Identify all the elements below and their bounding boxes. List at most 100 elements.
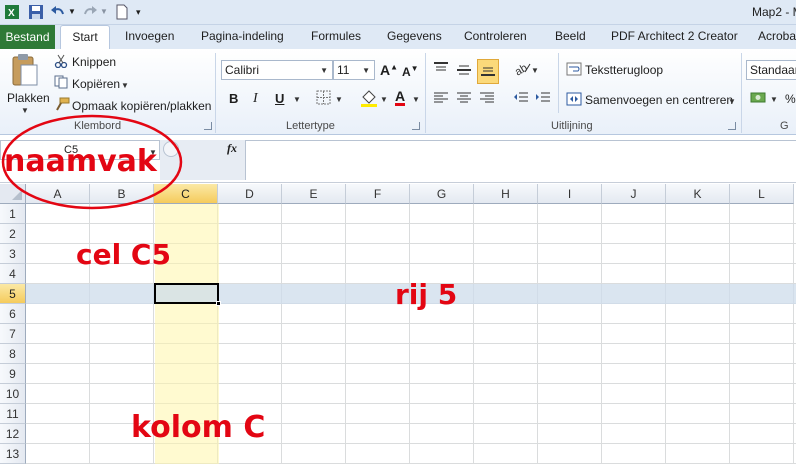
group-separator [425,53,426,133]
number-format-select[interactable]: Standaar [746,60,796,80]
ribbon-tabs: Bestand Start Invoegen Pagina-indeling F… [0,25,796,50]
tab-pdf-architect[interactable]: PDF Architect 2 Creator [611,29,738,43]
row-header-8[interactable]: 8 [0,344,26,364]
fill-color-dropdown-icon[interactable]: ▼ [380,95,388,104]
shrink-font-button[interactable]: A▼ [402,64,419,79]
column-header-h[interactable]: H [474,184,538,204]
group-separator [215,53,216,133]
tab-acrobat[interactable]: Acrobat [758,29,796,43]
annotation-cell: cel C5 [76,238,171,271]
format-painter-button[interactable]: Opmaak kopiëren/plakken [72,99,211,113]
tab-file[interactable]: Bestand [0,25,55,49]
underline-button[interactable]: U [275,91,284,106]
merge-center-icon[interactable] [566,92,582,109]
excel-logo-icon: X [4,4,20,20]
font-dialog-launcher[interactable] [412,122,420,130]
row-header-11[interactable]: 11 [0,404,26,424]
insert-function-icon[interactable]: fx [227,141,237,156]
accounting-format-icon[interactable] [750,91,768,108]
window-title: Map2 - Mi [752,5,796,19]
row-header-13[interactable]: 13 [0,444,26,464]
tab-insert[interactable]: Invoegen [125,29,174,43]
cut-icon[interactable] [54,54,68,71]
row-header-3[interactable]: 3 [0,244,26,264]
font-size-select[interactable]: 11 ▼ [333,60,375,80]
font-color-dropdown-icon[interactable]: ▼ [412,95,420,104]
font-name-select[interactable]: Calibri ▼ [221,60,333,80]
alignment-dialog-launcher[interactable] [728,122,736,130]
font-name-dropdown-icon[interactable]: ▼ [320,62,328,80]
customize-toolbar-icon[interactable]: ▾ [136,4,152,20]
paste-icon[interactable] [10,53,40,92]
bold-button[interactable]: B [229,91,238,106]
column-header-f[interactable]: F [346,184,410,204]
redo-icon[interactable] [82,4,98,20]
align-left-icon[interactable] [433,91,449,108]
copy-button[interactable]: Kopiëren [72,77,120,91]
orientation-dropdown-icon[interactable]: ▼ [531,66,539,75]
clipboard-dialog-launcher[interactable] [204,122,212,130]
align-middle-icon[interactable] [456,63,472,80]
column-header-j[interactable]: J [602,184,666,204]
borders-icon[interactable] [316,90,331,108]
fill-color-icon[interactable] [360,89,378,110]
borders-dropdown-icon[interactable]: ▼ [335,95,343,104]
merge-center-dropdown-icon[interactable]: ▼ [728,97,736,106]
align-top-icon[interactable] [433,61,449,78]
row-header-9[interactable]: 9 [0,364,26,384]
decrease-indent-icon[interactable] [513,91,529,108]
wrap-text-button[interactable]: Tekstterugloop [585,63,663,77]
merge-center-button[interactable]: Samenvoegen en centreren [585,93,733,107]
font-size-dropdown-icon[interactable]: ▼ [362,62,370,80]
number-group-label: G [780,120,789,132]
undo-icon[interactable] [50,4,66,20]
row-header-5[interactable]: 5 [0,284,26,304]
row-header-6[interactable]: 6 [0,304,26,324]
font-color-button[interactable]: A [395,89,406,106]
tab-page-layout[interactable]: Pagina-indeling [201,29,284,43]
paste-button[interactable]: Plakken [7,91,50,105]
align-bottom-icon[interactable] [477,59,499,84]
grow-font-letter: A [380,62,391,78]
increase-indent-icon[interactable] [535,91,551,108]
font-group-label: Lettertype [286,120,335,132]
worksheet-grid: ABCDEFGHIJKL 1 2 3 4 5 6 7 8 9 10 11 12 13 [0,184,796,464]
column-header-l[interactable]: L [730,184,794,204]
save-icon[interactable] [28,4,44,20]
tab-review[interactable]: Controleren [464,29,527,43]
fill-handle[interactable] [216,301,221,306]
orientation-icon[interactable]: ab [513,60,531,79]
new-document-icon[interactable] [114,4,130,20]
number-format-value: Standaar [750,63,796,77]
group-separator [558,53,559,113]
row-header-12[interactable]: 12 [0,424,26,444]
tab-data[interactable]: Gegevens [387,29,442,43]
tab-formulas[interactable]: Formules [311,29,361,43]
column-header-e[interactable]: E [282,184,346,204]
column-header-d[interactable]: D [218,184,282,204]
row-header-10[interactable]: 10 [0,384,26,404]
tab-view[interactable]: Beeld [555,29,586,43]
cut-button[interactable]: Knippen [72,55,116,69]
row-header-7[interactable]: 7 [0,324,26,344]
align-center-icon[interactable] [456,91,472,108]
accounting-dropdown-icon[interactable]: ▼ [770,95,778,104]
column-header-k[interactable]: K [666,184,730,204]
copy-icon[interactable] [54,75,69,92]
wrap-text-icon[interactable] [566,62,582,79]
percent-button[interactable]: % [785,92,796,106]
formula-input[interactable] [246,140,796,180]
annotation-row: rij 5 [395,278,458,311]
active-cell-c5[interactable] [154,283,219,304]
row-header-2[interactable]: 2 [0,224,26,244]
italic-button[interactable]: I [253,91,258,107]
column-header-i[interactable]: I [538,184,602,204]
copy-dropdown-icon[interactable]: ▼ [121,81,129,90]
shrink-font-letter: A [402,65,411,79]
row-header-4[interactable]: 4 [0,264,26,284]
column-header-g[interactable]: G [410,184,474,204]
align-right-icon[interactable] [479,91,495,108]
tab-start[interactable]: Start [60,25,110,50]
grow-font-button[interactable]: A▲ [380,62,398,78]
underline-dropdown-icon[interactable]: ▼ [293,95,301,104]
